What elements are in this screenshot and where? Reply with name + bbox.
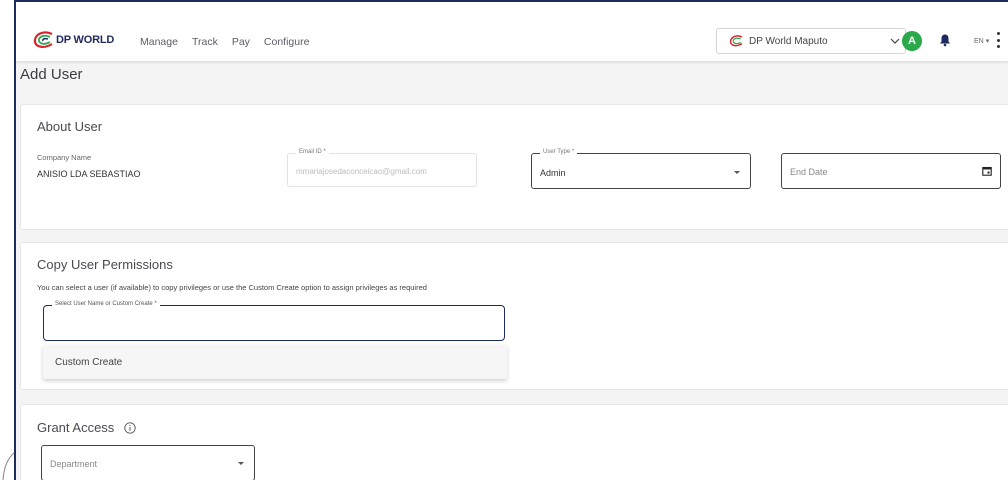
user-type-label: User Type * [540, 149, 578, 155]
nav-manage[interactable]: Manage [140, 36, 178, 48]
caret-down-icon [734, 171, 740, 174]
caret-down-icon [238, 462, 244, 465]
nav-configure[interactable]: Configure [264, 36, 310, 48]
language-selector[interactable]: EN ▾ [974, 37, 989, 45]
caret-down-icon: ▾ [985, 38, 990, 45]
about-user-title: About User [37, 119, 103, 134]
dp-world-logo-icon [33, 31, 53, 48]
select-user-input[interactable]: Select User Name or Custom Create * [43, 301, 505, 341]
brand-name: DP WORLD [56, 34, 115, 46]
copy-permissions-card: Copy User Permissions You can select a u… [20, 242, 1008, 390]
info-icon[interactable] [124, 422, 136, 434]
select-user-dropdown: Custom Create [43, 345, 507, 379]
copy-permissions-helper: You can select a user (if available) to … [37, 283, 427, 292]
copy-permissions-title: Copy User Permissions [37, 257, 173, 272]
app-window: DP WORLD Manage Track Pay Configure DP W… [14, 0, 1008, 480]
grant-access-card: Grant Access Department [20, 404, 1008, 480]
about-user-card: About User Company Name ANISIO LDA SEBAS… [20, 104, 1008, 230]
company-name-value: ANISIO LDA SEBASTIAO [37, 169, 141, 179]
email-field: Email ID * mmariajosedaconceicao@gmail.c… [287, 149, 477, 187]
email-field-value: mmariajosedaconceicao@gmail.com [296, 167, 427, 176]
port-selector[interactable]: DP World Maputo [716, 28, 906, 54]
email-field-label: Email ID * [296, 149, 329, 155]
language-code: EN [974, 38, 984, 45]
main-nav: Manage Track Pay Configure [140, 36, 309, 48]
bell-icon[interactable] [938, 33, 952, 47]
port-logo-icon [729, 35, 743, 47]
department-select[interactable]: Department [41, 445, 255, 480]
grant-access-title: Grant Access [37, 420, 115, 435]
custom-create-option[interactable]: Custom Create [55, 357, 122, 368]
user-avatar[interactable]: A [902, 31, 922, 51]
select-user-label: Select User Name or Custom Create * [52, 301, 160, 307]
calendar-icon[interactable] [982, 166, 992, 176]
department-placeholder: Department [50, 459, 98, 469]
user-type-select[interactable]: User Type * Admin [531, 149, 751, 189]
end-date-placeholder: End Date [790, 167, 828, 177]
page-title: Add User [20, 66, 83, 83]
brand-logo[interactable]: DP WORLD [32, 29, 114, 51]
port-name: DP World Maputo [749, 35, 828, 47]
chevron-down-icon [890, 38, 900, 44]
company-name-label: Company Name [37, 153, 92, 162]
nav-pay[interactable]: Pay [232, 36, 250, 48]
user-type-value: Admin [540, 168, 566, 178]
nav-track[interactable]: Track [192, 36, 218, 48]
top-navigation-bar: DP WORLD Manage Track Pay Configure DP W… [16, 2, 1008, 62]
more-vertical-icon[interactable] [996, 32, 1000, 48]
end-date-field[interactable]: End Date [781, 153, 1001, 189]
